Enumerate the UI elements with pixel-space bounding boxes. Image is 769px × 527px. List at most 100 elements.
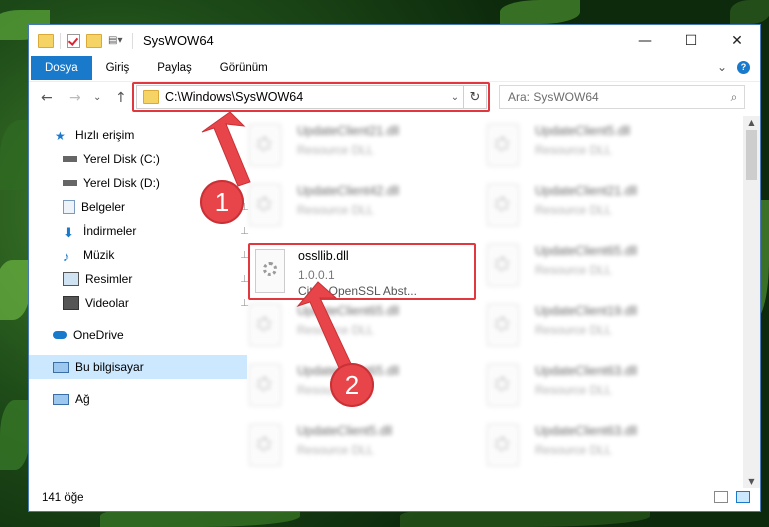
divider [60, 32, 61, 49]
documents-icon [63, 200, 75, 214]
file-item[interactable]: UpdateClient5.dll Resource DLL [462, 116, 697, 172]
navigation-pane: ★ Hızlı erişim Yerel Disk (C:) Yerel Dis… [29, 116, 249, 480]
sidebar-item-onedrive[interactable]: OneDrive [29, 323, 247, 347]
sidebar-item-label: Ağ [75, 392, 90, 406]
up-button[interactable]: ↑ [115, 90, 127, 106]
scrollbar-thumb[interactable] [746, 130, 757, 180]
dll-file-icon [255, 249, 285, 293]
sidebar-item-this-pc[interactable]: Bu bilgisayar [29, 355, 247, 379]
file-name: UpdateClient63.dll [535, 424, 638, 438]
sidebar-item-label: Yerel Disk (D:) [83, 176, 160, 190]
maximize-button[interactable]: ☐ [668, 25, 714, 56]
file-name: UpdateClient42.dll [297, 184, 400, 198]
dll-file-icon [487, 244, 519, 286]
sidebar-item-label: Resimler [85, 272, 133, 286]
details-view-icon[interactable] [714, 491, 728, 503]
file-item[interactable]: UpdateClient21.dll Resource DLL [224, 116, 459, 172]
step-badge-2: 2 [330, 363, 374, 407]
search-input[interactable]: Ara: SysWOW64 [500, 90, 724, 104]
expand-ribbon-icon[interactable]: ⌄ [717, 60, 727, 74]
search-icon[interactable]: ⌕ [724, 90, 744, 105]
recent-locations-button[interactable]: ⌄ [93, 92, 101, 103]
chevron-down-icon[interactable]: ⌄ [447, 92, 463, 103]
file-description: Resource DLL [297, 323, 374, 337]
downloads-icon: ⬇ [63, 225, 74, 240]
view-switcher [714, 491, 750, 503]
file-item[interactable]: UpdateClient65.dll Resource DLL [462, 236, 697, 292]
sidebar-item-music[interactable]: ♪ Müzik ⊥ [29, 243, 257, 267]
drive-icon [63, 156, 77, 162]
sidebar-item-network[interactable]: Ağ [29, 387, 247, 411]
file-item[interactable]: UpdateClient5.dll Resource DLL [224, 416, 459, 472]
file-item[interactable]: UpdateClient21.dll Resource DLL [462, 176, 697, 232]
file-description: Resource DLL [535, 263, 612, 277]
dll-file-icon [249, 184, 281, 226]
file-name: UpdateClient63.dll [535, 364, 638, 378]
close-button[interactable]: ✕ [714, 25, 760, 56]
vertical-scrollbar[interactable]: ▲ ▼ [743, 116, 760, 488]
sidebar-item-pictures[interactable]: Resimler ⊥ [29, 267, 257, 291]
file-name: UpdateClient21.dll [297, 124, 400, 138]
dll-file-icon [249, 424, 281, 466]
sidebar-item-label: Videolar [85, 296, 129, 310]
file-item[interactable]: UpdateClient42.dll Resource DLL [224, 176, 459, 232]
folder-icon [143, 90, 159, 104]
computer-icon [53, 361, 69, 373]
file-description: Resource DLL [297, 443, 374, 457]
file-item[interactable]: UpdateClient63.dll Resource DLL [462, 416, 697, 472]
folder-icon [38, 33, 54, 48]
file-description: Resource DLL [535, 443, 612, 457]
sidebar-item-label: Yerel Disk (C:) [83, 152, 160, 166]
window-title: SysWOW64 [143, 33, 214, 48]
tab-share[interactable]: Paylaş [143, 56, 206, 80]
scroll-up-icon[interactable]: ▲ [743, 118, 760, 127]
star-icon: ★ [55, 129, 66, 143]
quick-access-toolbar: ▤▾ [29, 32, 133, 49]
address-bar[interactable]: C:\Windows\SysWOW64 ⌄ ↻ [136, 85, 487, 109]
file-item[interactable]: UpdateClient19.dll Resource DLL [462, 296, 697, 352]
minimize-button[interactable]: — [622, 25, 668, 56]
file-item[interactable]: UpdateClient65.dll Resource DLL [224, 296, 459, 352]
dll-file-icon [487, 364, 519, 406]
properties-icon[interactable] [67, 33, 80, 48]
highlighted-file-item[interactable]: ossllib.dll 1.0.0.1 Citrix OpenSSL Abst.… [248, 243, 476, 300]
address-path[interactable]: C:\Windows\SysWOW64 [165, 90, 447, 104]
tab-home[interactable]: Giriş [92, 56, 144, 80]
file-version: 1.0.0.1 [298, 268, 335, 282]
sidebar-item-label: Bu bilgisayar [75, 360, 144, 374]
file-item[interactable]: UpdateClient63.dll Resource DLL [462, 356, 697, 412]
sidebar-item-label: Müzik [83, 248, 115, 262]
file-description: Resource DLL [535, 143, 612, 157]
tab-file[interactable]: Dosya [31, 56, 92, 80]
sidebar-item-label: İndirmeler [83, 224, 137, 238]
file-name: UpdateClient21.dll [535, 184, 638, 198]
videos-icon [63, 296, 79, 310]
step-badge-1: 1 [200, 180, 244, 224]
window-controls: — ☐ ✕ [622, 25, 760, 56]
cloud-icon [53, 331, 67, 339]
pictures-icon [63, 272, 79, 286]
divider [132, 32, 133, 49]
sidebar-item-local-disk-c[interactable]: Yerel Disk (C:) [29, 147, 257, 171]
search-box[interactable]: Ara: SysWOW64 ⌕ [499, 85, 745, 109]
file-name: UpdateClient65.dll [535, 244, 638, 258]
tab-view[interactable]: Görünüm [206, 56, 282, 80]
file-description: Resource DLL [297, 143, 374, 157]
new-folder-icon[interactable] [86, 33, 102, 48]
status-bar: 141 öğe [29, 485, 760, 511]
ribbon-right-controls: ⌄ ? [717, 60, 750, 74]
sidebar-item-quick-access[interactable]: ★ Hızlı erişim [29, 123, 249, 147]
refresh-button[interactable]: ↻ [463, 85, 486, 109]
help-icon[interactable]: ? [737, 60, 750, 74]
dll-file-icon [487, 184, 519, 226]
customize-toolbar-icon[interactable]: ▤▾ [108, 35, 126, 47]
sidebar-item-videos[interactable]: Videolar ⊥ [29, 291, 257, 315]
dll-file-icon [249, 364, 281, 406]
forward-button[interactable]: → [69, 90, 81, 106]
dll-file-icon [487, 124, 519, 166]
navigation-bar: ← → ⌄ ↑ C:\Windows\SysWOW64 ⌄ ↻ Ara: Sys… [29, 81, 760, 116]
back-button[interactable]: ← [41, 90, 53, 106]
network-icon [53, 393, 69, 405]
tiles-view-icon[interactable] [736, 491, 750, 503]
drive-icon [63, 180, 77, 186]
